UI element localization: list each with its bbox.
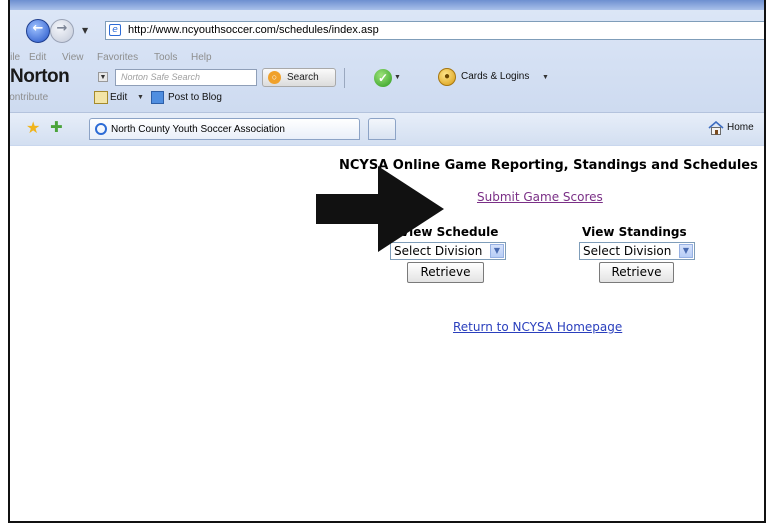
ie-tab-icon xyxy=(95,123,107,135)
search-icon: ○ xyxy=(268,71,281,84)
tab-bar: ★ ✚ North County Youth Soccer Associatio… xyxy=(10,112,764,145)
post-blog-icon[interactable] xyxy=(151,91,164,104)
home-icon[interactable] xyxy=(708,121,724,135)
history-dropdown-icon[interactable]: ▼ xyxy=(82,26,88,35)
return-home-link[interactable]: Return to NCYSA Homepage xyxy=(453,320,622,334)
address-url[interactable]: http://www.ncyouthsoccer.com/schedules/i… xyxy=(128,24,379,36)
title-bar xyxy=(10,0,764,10)
retrieve-schedule-button[interactable]: Retrieve xyxy=(407,262,484,283)
new-tab-button[interactable] xyxy=(368,118,396,140)
check-dropdown-icon[interactable]: ▼ xyxy=(394,74,401,81)
norton-search-button[interactable]: ○ Search xyxy=(262,68,336,87)
search-button-label: Search xyxy=(287,72,319,83)
menu-favorites[interactable]: Favorites xyxy=(97,52,138,63)
annotation-arrow-icon xyxy=(316,166,444,252)
view-standings-heading: View Standings xyxy=(582,225,687,239)
standings-select-value: Select Division xyxy=(583,244,672,258)
menu-bar: File Edit View Favorites Tools Help xyxy=(10,52,764,66)
norton-search-input[interactable]: Norton Safe Search xyxy=(115,69,257,86)
contribute-label[interactable]: Contribute xyxy=(10,92,48,103)
menu-view[interactable]: View xyxy=(62,52,84,63)
chevron-down-icon[interactable]: ▼ xyxy=(679,244,693,258)
norton-dropdown-icon[interactable]: ▼ xyxy=(98,72,108,82)
menu-help[interactable]: Help xyxy=(191,52,212,63)
chevron-down-icon[interactable]: ▼ xyxy=(490,244,504,258)
menu-tools[interactable]: Tools xyxy=(154,52,177,63)
toolbar-separator xyxy=(344,68,345,88)
norton-logo[interactable]: Norton xyxy=(10,66,70,88)
home-button-label[interactable]: Home xyxy=(727,122,754,133)
cards-logins-button[interactable]: Cards & Logins xyxy=(461,71,529,82)
tab-current[interactable]: North County Youth Soccer Association xyxy=(89,118,360,140)
menu-file[interactable]: File xyxy=(10,52,20,63)
navigation-bar: ← → ▼ e http://www.ncyouthsoccer.com/sch… xyxy=(10,16,764,43)
post-to-blog-button[interactable]: Post to Blog xyxy=(168,92,222,103)
retrieve-standings-button[interactable]: Retrieve xyxy=(599,262,674,283)
add-favorites-icon[interactable]: ✚ xyxy=(50,118,63,136)
favorites-star-icon[interactable]: ★ xyxy=(26,118,40,137)
ie-page-icon: e xyxy=(109,24,121,36)
cards-lock-icon[interactable]: ● xyxy=(438,68,456,86)
contribute-toolbar: Contribute Edit ▼ Post to Blog xyxy=(10,90,764,108)
edit-dropdown-icon[interactable]: ▼ xyxy=(137,94,144,101)
menu-edit[interactable]: Edit xyxy=(29,52,46,63)
browser-chrome: ← → ▼ e http://www.ncyouthsoccer.com/sch… xyxy=(10,0,764,146)
submit-game-scores-link[interactable]: Submit Game Scores xyxy=(477,190,603,204)
forward-icon[interactable]: → xyxy=(50,19,74,43)
cards-dropdown-icon[interactable]: ▼ xyxy=(542,74,549,81)
tab-title: North County Youth Soccer Association xyxy=(111,124,285,135)
edit-button[interactable]: Edit xyxy=(110,92,127,103)
screenshot-frame: ← → ▼ e http://www.ncyouthsoccer.com/sch… xyxy=(8,0,766,523)
check-icon[interactable]: ✓ xyxy=(374,69,392,87)
standings-division-select[interactable]: Select Division ▼ xyxy=(579,242,695,260)
back-icon[interactable]: ← xyxy=(26,19,50,43)
norton-toolbar: Norton ▼ Norton Safe Search ○ Search ✓ ▼… xyxy=(10,66,764,90)
edit-icon[interactable] xyxy=(94,91,108,104)
address-bar[interactable]: e http://www.ncyouthsoccer.com/schedules… xyxy=(105,21,764,40)
